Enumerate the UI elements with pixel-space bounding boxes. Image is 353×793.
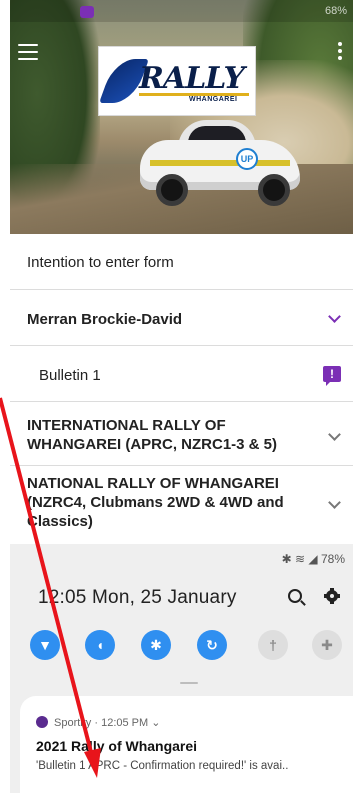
car-wheel-rear bbox=[258, 174, 290, 206]
flashlight-toggle[interactable]: † bbox=[258, 630, 288, 660]
chevron-down-icon bbox=[328, 310, 341, 323]
shade-clock: 12:05 Mon, 25 January bbox=[38, 587, 237, 608]
notification-body: 'Bulletin 1 APRC - Confirmation required… bbox=[36, 760, 289, 772]
sportity-status-icon bbox=[80, 6, 94, 18]
rally-whangarei-logo: RALLY WHANGAREI bbox=[98, 46, 256, 116]
sportity-app-icon bbox=[36, 716, 48, 728]
intention-to-enter-form-item[interactable]: Intention to enter form bbox=[10, 234, 353, 290]
bulletin-item[interactable]: Bulletin 1 ! bbox=[10, 346, 353, 402]
chevron-down-icon bbox=[328, 428, 341, 441]
shade-status-text: ✱ ≋ ◢ 78% bbox=[281, 552, 345, 566]
notification-time: 12:05 PM bbox=[101, 717, 149, 729]
car-wheel-front bbox=[156, 174, 188, 206]
chevron-down-icon[interactable]: ⌄ bbox=[151, 717, 160, 729]
auto-rotate-toggle[interactable]: ↻ bbox=[197, 630, 227, 660]
flashlight-icon: † bbox=[269, 637, 277, 653]
chevron-down-icon bbox=[328, 496, 341, 509]
airplane-toggle[interactable]: ✚ bbox=[312, 630, 342, 660]
wifi-toggle[interactable]: ▼ bbox=[30, 630, 60, 660]
notification-title: 2021 Rally of Whangarei bbox=[36, 738, 198, 754]
car-stripe bbox=[150, 160, 290, 166]
sound-toggle[interactable]: ◖ bbox=[85, 630, 115, 660]
header-image: 68% UP bbox=[10, 0, 353, 234]
international-rally-label: INTERNATIONAL RALLY OF WHANGAREI (APRC, … bbox=[27, 417, 278, 453]
national-rally-section[interactable]: NATIONAL RALLY OF WHANGAREI (NZRC4, Club… bbox=[10, 466, 353, 544]
battery-text: 68% bbox=[324, 5, 347, 17]
logo-subtitle: WHANGAREI bbox=[189, 96, 238, 103]
car-sponsor-badge: UP bbox=[236, 148, 258, 170]
search-icon[interactable] bbox=[288, 589, 302, 603]
message-alert-icon: ! bbox=[323, 366, 341, 386]
intention-form-label: Intention to enter form bbox=[27, 254, 174, 271]
notification-app-name: Sportity bbox=[54, 717, 92, 729]
wifi-icon: ▼ bbox=[38, 637, 52, 653]
airplane-icon: ✚ bbox=[321, 637, 333, 653]
phone-status-bar: 68% bbox=[10, 0, 353, 22]
more-options-icon[interactable] bbox=[335, 42, 345, 64]
person-section-header[interactable]: Merran Brockie-David bbox=[10, 290, 353, 346]
person-name: Merran Brockie-David bbox=[27, 311, 183, 328]
sound-icon: ◖ bbox=[95, 637, 105, 653]
gear-icon[interactable] bbox=[324, 588, 340, 604]
international-rally-section[interactable]: INTERNATIONAL RALLY OF WHANGAREI (APRC, … bbox=[10, 402, 353, 466]
bulletin-label: Bulletin 1 bbox=[39, 367, 101, 384]
sportity-notification[interactable]: Sportity · 12:05 PM ⌄ 2021 Rally of Whan… bbox=[20, 696, 353, 793]
bluetooth-icon: ✱ bbox=[150, 637, 162, 653]
auto-rotate-icon: ↻ bbox=[206, 637, 218, 653]
notification-shade: ✱ ≋ ◢ 78% 12:05 Mon, 25 January ▼ ◖ ✱ ↻ … bbox=[10, 544, 353, 793]
rally-car: UP bbox=[140, 118, 300, 210]
national-rally-label: NATIONAL RALLY OF WHANGAREI (NZRC4, Club… bbox=[27, 475, 284, 530]
logo-title: RALLY bbox=[139, 61, 245, 96]
shade-drag-handle[interactable] bbox=[180, 682, 198, 684]
bluetooth-toggle[interactable]: ✱ bbox=[141, 630, 171, 660]
hamburger-menu-icon[interactable] bbox=[18, 44, 38, 60]
notification-header: Sportity · 12:05 PM ⌄ bbox=[36, 716, 160, 729]
